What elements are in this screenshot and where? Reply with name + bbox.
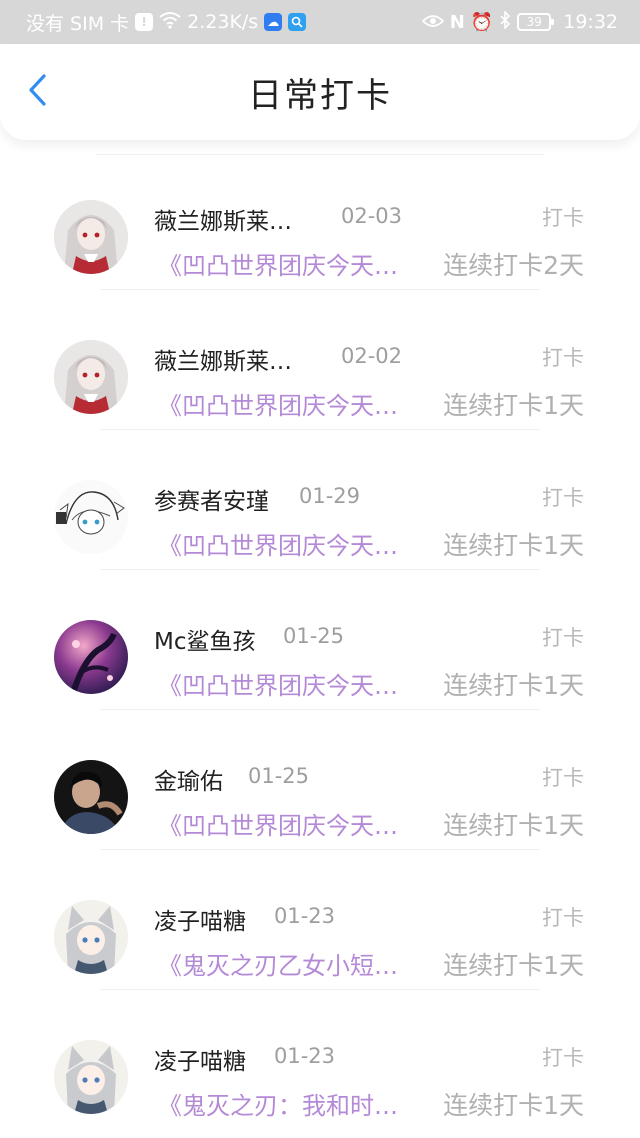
checkin-label: 打卡 — [542, 766, 584, 790]
alert-icon: ! — [135, 13, 154, 31]
status-bar-left: 没有 SIM 卡 ! 2.23K/s ☁ — [26, 9, 307, 36]
checkin-label: 打卡 — [542, 626, 584, 650]
status-bar-right: N ⏰ 39 19:32 — [421, 9, 618, 34]
checkin-label: 打卡 — [542, 346, 584, 370]
avatar[interactable] — [54, 480, 128, 554]
eye-icon — [421, 12, 445, 33]
streak-text: 连续打卡1天 — [443, 811, 584, 840]
work-title-link[interactable]: 《凹凸世界团庆今天… — [158, 246, 418, 281]
streak-text: 连续打卡1天 — [443, 1091, 584, 1120]
back-button[interactable] — [18, 70, 58, 110]
checkin-date: 02-02 — [341, 344, 403, 368]
avatar[interactable] — [54, 760, 128, 834]
user-name: 薇兰娜斯莱… — [154, 349, 292, 375]
work-title-link[interactable]: 《凹凸世界团庆今天… — [158, 386, 418, 421]
navigation-bar: 日常打卡 — [0, 44, 640, 140]
checkin-label: 打卡 — [542, 1046, 584, 1070]
list-item[interactable]: 参赛者安瑾 01-29 打卡 《凹凸世界团庆今天… 连续打卡1天 — [0, 430, 640, 570]
status-bar: 没有 SIM 卡 ! 2.23K/s ☁ N ⏰ 39 19:32 — [0, 0, 640, 44]
list-item[interactable]: 薇兰娜斯莱… 02-02 打卡 《凹凸世界团庆今天… 连续打卡1天 — [0, 290, 640, 430]
list-item[interactable]: 薇兰娜斯莱… 02-03 打卡 《凹凸世界团庆今天… 连续打卡2天 — [0, 150, 640, 290]
streak-text: 连续打卡1天 — [443, 671, 584, 700]
work-title-link[interactable]: 《凹凸世界团庆今天… — [158, 666, 418, 701]
user-name: 参赛者安瑾 — [154, 489, 269, 515]
user-name: 凌子喵糖 — [154, 909, 246, 935]
checkin-date: 02-03 — [341, 204, 403, 228]
checkin-date: 01-23 — [274, 1044, 336, 1068]
avatar[interactable] — [54, 340, 128, 414]
checkin-label: 打卡 — [542, 906, 584, 930]
user-name: Mc鲨鱼孩 — [154, 629, 256, 655]
alarm-icon: ⏰ — [470, 11, 494, 33]
checkin-label: 打卡 — [542, 486, 584, 510]
network-speed: 2.23K/s — [187, 11, 259, 33]
battery-icon: 39 — [517, 13, 555, 31]
work-title-link[interactable]: 《凹凸世界团庆今天… — [158, 526, 418, 561]
avatar[interactable] — [54, 1040, 128, 1114]
list-item[interactable]: Mc鲨鱼孩 01-25 打卡 《凹凸世界团庆今天… 连续打卡1天 — [0, 570, 640, 710]
page-title: 日常打卡 — [248, 75, 392, 116]
checkin-date: 01-25 — [283, 624, 345, 648]
work-title-link[interactable]: 《凹凸世界团庆今天… — [158, 806, 418, 841]
list-item[interactable]: 凌子喵糖 01-23 打卡 《鬼灭之刃乙女小短… 连续打卡1天 — [0, 850, 640, 990]
checkin-date: 01-29 — [299, 484, 361, 508]
wifi-icon — [159, 11, 181, 34]
avatar[interactable] — [54, 900, 128, 974]
work-title-link[interactable]: 《鬼灭之刃乙女小短… — [158, 946, 418, 981]
checkin-date: 01-25 — [248, 764, 310, 788]
user-name: 金瑜佑 — [154, 769, 223, 795]
streak-text: 连续打卡2天 — [443, 251, 584, 280]
streak-text: 连续打卡1天 — [443, 391, 584, 420]
checkin-date: 01-23 — [274, 904, 336, 928]
nfc-icon: N — [449, 11, 465, 33]
list-item[interactable]: 金瑜佑 01-25 打卡 《凹凸世界团庆今天… 连续打卡1天 — [0, 710, 640, 850]
user-name: 凌子喵糖 — [154, 1049, 246, 1075]
streak-text: 连续打卡1天 — [443, 531, 584, 560]
user-name: 薇兰娜斯莱… — [154, 209, 292, 235]
cloud-app-icon: ☁ — [264, 13, 283, 31]
chevron-left-icon — [29, 74, 46, 106]
work-title-link[interactable]: 《鬼灭之刃：我和时… — [158, 1086, 418, 1121]
avatar[interactable] — [54, 200, 128, 274]
search-app-icon — [288, 13, 307, 31]
avatar[interactable] — [54, 620, 128, 694]
checkin-label: 打卡 — [542, 206, 584, 230]
list-item[interactable]: 凌子喵糖 01-23 打卡 《鬼灭之刃：我和时… 连续打卡1天 — [0, 990, 640, 1130]
bluetooth-icon — [499, 9, 511, 34]
sim-status-text: 没有 SIM 卡 — [26, 12, 130, 35]
clock-time: 19:32 — [563, 11, 618, 33]
streak-text: 连续打卡1天 — [443, 951, 584, 980]
